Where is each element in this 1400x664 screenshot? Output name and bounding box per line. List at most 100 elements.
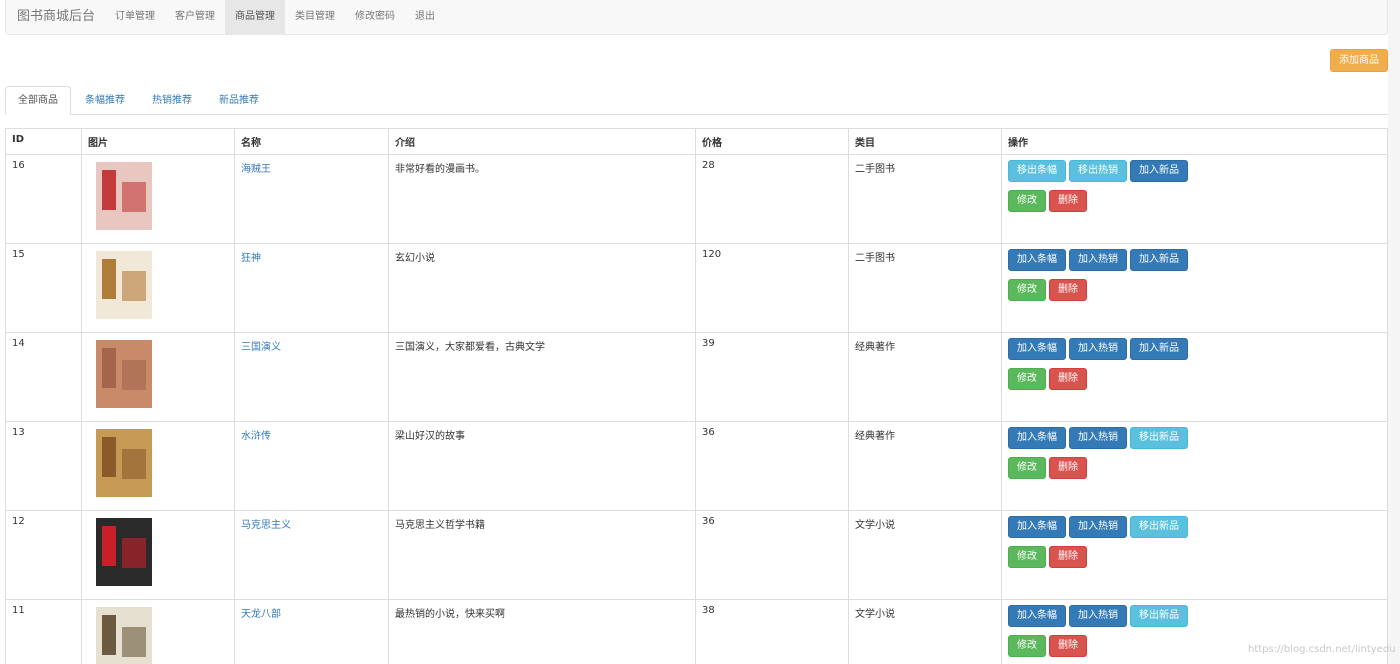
- cell-id: 13: [5, 421, 82, 511]
- cell-price: 28: [695, 154, 849, 244]
- cell-image: [81, 332, 235, 422]
- recommend-toggle-button[interactable]: 加入新品: [1130, 160, 1188, 182]
- recommend-toggle-button[interactable]: 加入条幅: [1008, 427, 1066, 449]
- recommend-toggle-button[interactable]: 加入热销: [1069, 427, 1127, 449]
- cell-name: 水浒传: [234, 421, 389, 511]
- cell-price: 120: [695, 243, 849, 333]
- cell-id: 16: [5, 154, 82, 244]
- book-cover-image: [96, 340, 152, 408]
- book-cover-image: [96, 429, 152, 497]
- edit-button[interactable]: 修改: [1008, 457, 1046, 479]
- book-cover-image: [96, 607, 152, 664]
- cell-price: 38: [695, 599, 849, 664]
- recommend-toggle-button[interactable]: 加入新品: [1130, 249, 1188, 271]
- header-price: 价格: [695, 128, 849, 155]
- book-cover-image: [96, 518, 152, 586]
- edit-button[interactable]: 修改: [1008, 279, 1046, 301]
- cell-category: 文学小说: [848, 599, 1002, 664]
- product-tabs: 全部商品 条幅推荐 热销推荐 新品推荐: [5, 86, 1388, 115]
- product-name-link[interactable]: 天龙八部: [241, 609, 281, 620]
- vertical-scrollbar[interactable]: [1388, 0, 1400, 664]
- edit-button[interactable]: 修改: [1008, 546, 1046, 568]
- delete-button[interactable]: 删除: [1049, 279, 1087, 301]
- table-row: 13 水浒传 梁山好汉的故事 36 经典著作 加入条幅 加入热销 移出新品 修改 删除: [5, 421, 1388, 511]
- recommend-toggle-button[interactable]: 移出条幅: [1008, 160, 1066, 182]
- recommend-toggle-button[interactable]: 加入热销: [1069, 516, 1127, 538]
- delete-button[interactable]: 删除: [1049, 546, 1087, 568]
- edit-button[interactable]: 修改: [1008, 635, 1046, 657]
- cell-intro: 三国演义，大家都爱看，古典文学: [388, 332, 696, 422]
- recommend-toggle-button[interactable]: 加入热销: [1069, 338, 1127, 360]
- recommend-toggle-button[interactable]: 加入条幅: [1008, 249, 1066, 271]
- delete-button[interactable]: 删除: [1049, 635, 1087, 657]
- recommend-toggle-button[interactable]: 加入条幅: [1008, 338, 1066, 360]
- cell-id: 14: [5, 332, 82, 422]
- cell-category: 二手图书: [848, 154, 1002, 244]
- cell-name: 马克思主义: [234, 510, 389, 600]
- watermark: https://blog.csdn.net/lintyedu: [1248, 644, 1396, 655]
- recommend-toggle-button[interactable]: 移出新品: [1130, 427, 1188, 449]
- cell-intro: 非常好看的漫画书。: [388, 154, 696, 244]
- cell-intro: 最热销的小说，快来买啊: [388, 599, 696, 664]
- header-id: ID: [5, 128, 82, 155]
- header-intro: 介绍: [388, 128, 696, 155]
- brand-title[interactable]: 图书商城后台: [6, 0, 105, 34]
- nav-customers[interactable]: 客户管理: [165, 0, 225, 34]
- tab-all-products[interactable]: 全部商品: [5, 86, 71, 115]
- cell-intro: 马克思主义哲学书籍: [388, 510, 696, 600]
- recommend-toggle-button[interactable]: 加入新品: [1130, 338, 1188, 360]
- delete-button[interactable]: 删除: [1049, 457, 1087, 479]
- cell-name: 天龙八部: [234, 599, 389, 664]
- cell-price: 36: [695, 421, 849, 511]
- book-cover-image: [96, 251, 152, 319]
- header-image: 图片: [81, 128, 235, 155]
- nav-products[interactable]: 商品管理: [225, 0, 286, 34]
- add-product-button[interactable]: 添加商品: [1330, 49, 1388, 72]
- header-actions: 操作: [1001, 128, 1388, 155]
- cell-category: 经典著作: [848, 421, 1002, 511]
- top-navbar: 图书商城后台 订单管理 客户管理 商品管理 类目管理 修改密码 退出: [5, 0, 1388, 35]
- tab-new-recommend[interactable]: 新品推荐: [206, 86, 272, 115]
- recommend-toggle-button[interactable]: 加入热销: [1069, 249, 1127, 271]
- nav-logout[interactable]: 退出: [405, 0, 445, 34]
- recommend-toggle-button[interactable]: 加入条幅: [1008, 605, 1066, 627]
- recommend-toggle-button[interactable]: 加入热销: [1069, 605, 1127, 627]
- header-category: 类目: [848, 128, 1002, 155]
- tab-hot-recommend[interactable]: 热销推荐: [139, 86, 205, 115]
- cell-price: 36: [695, 510, 849, 600]
- cell-category: 二手图书: [848, 243, 1002, 333]
- delete-button[interactable]: 删除: [1049, 368, 1087, 390]
- cell-image: [81, 243, 235, 333]
- table-row: 15 狂神 玄幻小说 120 二手图书 加入条幅 加入热销 加入新品 修改 删除: [5, 243, 1388, 333]
- cell-price: 39: [695, 332, 849, 422]
- cell-image: [81, 154, 235, 244]
- table-row: 14 三国演义 三国演义，大家都爱看，古典文学 39 经典著作 加入条幅 加入热销 加入新品修…: [5, 332, 1388, 422]
- recommend-toggle-button[interactable]: 移出热销: [1069, 160, 1127, 182]
- edit-button[interactable]: 修改: [1008, 190, 1046, 212]
- nav-change-password[interactable]: 修改密码: [345, 0, 405, 34]
- product-name-link[interactable]: 海贼王: [241, 164, 271, 175]
- table-row: 16 海贼王 非常好看的漫画书。 28 二手图书 移出条幅 移出热销 加入新品修改 删除: [5, 154, 1388, 244]
- table-header-row: ID 图片 名称 介绍 价格 类目 操作: [5, 128, 1388, 155]
- cell-actions: 加入条幅 加入热销 加入新品修改 删除: [1001, 243, 1388, 333]
- recommend-toggle-button[interactable]: 移出新品: [1130, 605, 1188, 627]
- edit-button[interactable]: 修改: [1008, 368, 1046, 390]
- delete-button[interactable]: 删除: [1049, 190, 1087, 212]
- nav-orders[interactable]: 订单管理: [105, 0, 165, 34]
- product-name-link[interactable]: 狂神: [241, 253, 261, 264]
- product-name-link[interactable]: 马克思主义: [241, 520, 291, 531]
- cell-intro: 玄幻小说: [388, 243, 696, 333]
- product-name-link[interactable]: 水浒传: [241, 431, 271, 442]
- cell-category: 经典著作: [848, 332, 1002, 422]
- recommend-toggle-button[interactable]: 加入条幅: [1008, 516, 1066, 538]
- table-row: 12 马克思主义 马克思主义哲学书籍 36 文学小说 加入条幅 加入热销 移出新品 修改 删除: [5, 510, 1388, 600]
- book-cover-image: [96, 162, 152, 230]
- nav-categories[interactable]: 类目管理: [285, 0, 345, 34]
- tab-banner-recommend[interactable]: 条幅推荐: [72, 86, 138, 115]
- cell-name: 三国演义: [234, 332, 389, 422]
- cell-name: 狂神: [234, 243, 389, 333]
- recommend-toggle-button[interactable]: 移出新品: [1130, 516, 1188, 538]
- table-row: 11 天龙八部 最热销的小说，快来买啊 38 文学小说 加入条幅 加入热销 移出新品 修改 删除: [5, 599, 1388, 664]
- cell-id: 12: [5, 510, 82, 600]
- product-name-link[interactable]: 三国演义: [241, 342, 281, 353]
